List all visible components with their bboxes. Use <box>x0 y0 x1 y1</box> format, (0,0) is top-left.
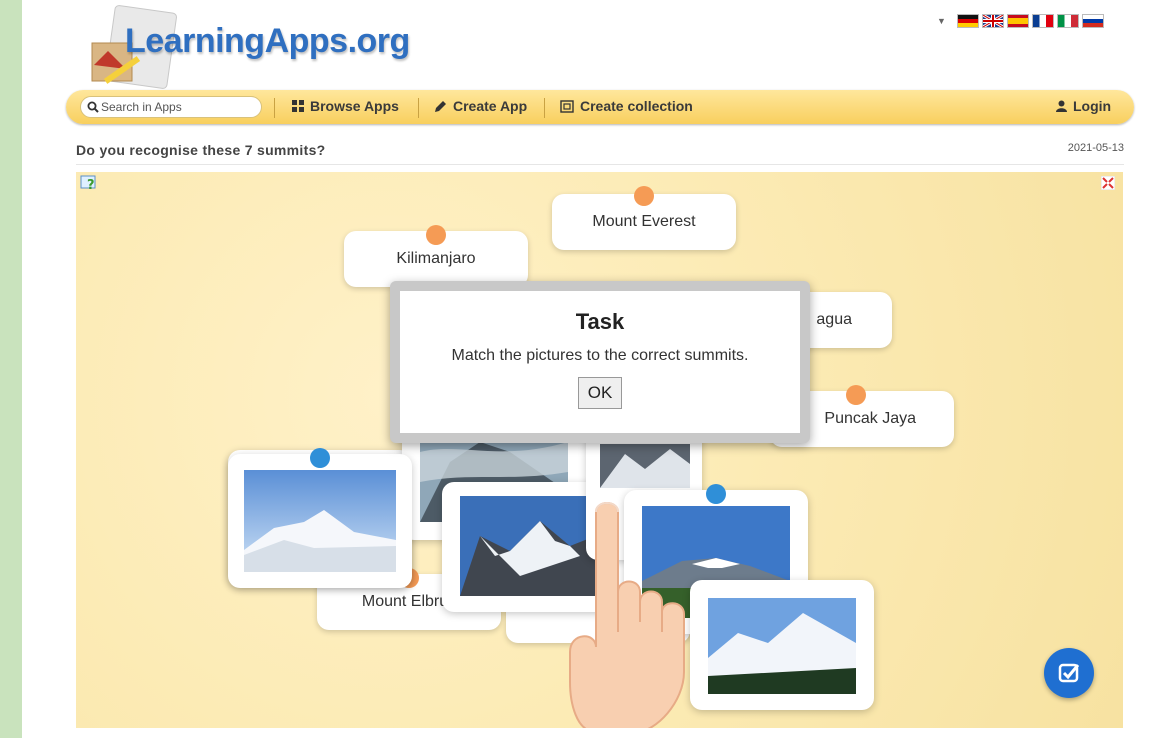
connector-dot[interactable] <box>310 448 330 468</box>
language-bar: ▼ <box>937 13 1104 29</box>
create-app-label: Create App <box>453 98 528 114</box>
page-title: Do you recognise these 7 summits? <box>76 142 326 158</box>
task-dialog-body: Task Match the pictures to the correct s… <box>400 291 800 433</box>
app-canvas: ? Mount Everest Kilimanjaro agua Puncak … <box>76 172 1123 728</box>
task-text: Match the pictures to the correct summit… <box>451 347 749 364</box>
task-dialog: Task Match the pictures to the correct s… <box>390 281 810 443</box>
flag-it-icon[interactable] <box>1056 14 1079 28</box>
search-input[interactable] <box>99 99 253 115</box>
label-card-everest[interactable]: Mount Everest <box>552 186 736 250</box>
label-text: Mount Everest <box>592 213 696 230</box>
search-box[interactable] <box>80 96 262 118</box>
fullscreen-icon[interactable] <box>1101 176 1115 190</box>
checkbox-icon <box>1058 663 1080 683</box>
pencil-icon <box>435 100 446 112</box>
create-app-button[interactable]: Create App <box>434 98 527 114</box>
browse-apps-label: Browse Apps <box>310 98 399 114</box>
logo-text[interactable]: LearningApps.org <box>125 22 410 61</box>
create-collection-button[interactable]: Create collection <box>560 98 693 114</box>
check-answers-button[interactable] <box>1044 648 1094 698</box>
flag-es-icon[interactable] <box>1006 14 1029 28</box>
label-text: agua <box>816 311 852 328</box>
mountain-photo <box>244 470 396 572</box>
flag-fr-icon[interactable] <box>1031 14 1054 28</box>
page-date: 2021-05-13 <box>1067 142 1124 154</box>
title-row: Do you recognise these 7 summits? 2021-0… <box>76 142 1124 165</box>
connector-dot[interactable] <box>846 385 866 405</box>
svg-text:?: ? <box>87 178 95 191</box>
login-button[interactable]: Login <box>1056 98 1111 114</box>
help-icon[interactable]: ? <box>80 175 98 191</box>
label-card-kilimanjaro[interactable]: Kilimanjaro <box>344 225 528 287</box>
collection-icon <box>560 99 574 113</box>
dropdown-arrow-icon[interactable]: ▼ <box>937 16 946 26</box>
user-icon <box>1056 100 1067 112</box>
browse-apps-button[interactable]: Browse Apps <box>292 98 399 114</box>
picture-card[interactable] <box>228 448 412 588</box>
login-label: Login <box>1073 98 1112 114</box>
flag-en-icon[interactable] <box>981 14 1004 28</box>
label-text: Puncak Jaya <box>824 410 916 427</box>
ok-button[interactable]: OK <box>577 377 623 409</box>
nav-divider <box>544 98 545 118</box>
task-title: Task <box>575 309 625 334</box>
nav-divider <box>274 98 275 118</box>
pointing-hand-icon <box>569 502 685 728</box>
connector-dot[interactable] <box>426 225 446 245</box>
grid-icon <box>292 100 304 112</box>
page: LearningApps.org ▼ Browse Apps Create Ap… <box>22 0 1173 738</box>
navbar: Browse Apps Create App Create collection… <box>66 90 1134 124</box>
create-collection-label: Create collection <box>580 98 693 114</box>
flag-de-icon[interactable] <box>956 14 979 28</box>
search-icon <box>87 101 99 113</box>
flag-ru-icon[interactable] <box>1081 14 1104 28</box>
nav-divider <box>418 98 419 118</box>
connector-dot[interactable] <box>634 186 654 206</box>
label-text: Kilimanjaro <box>396 250 476 267</box>
